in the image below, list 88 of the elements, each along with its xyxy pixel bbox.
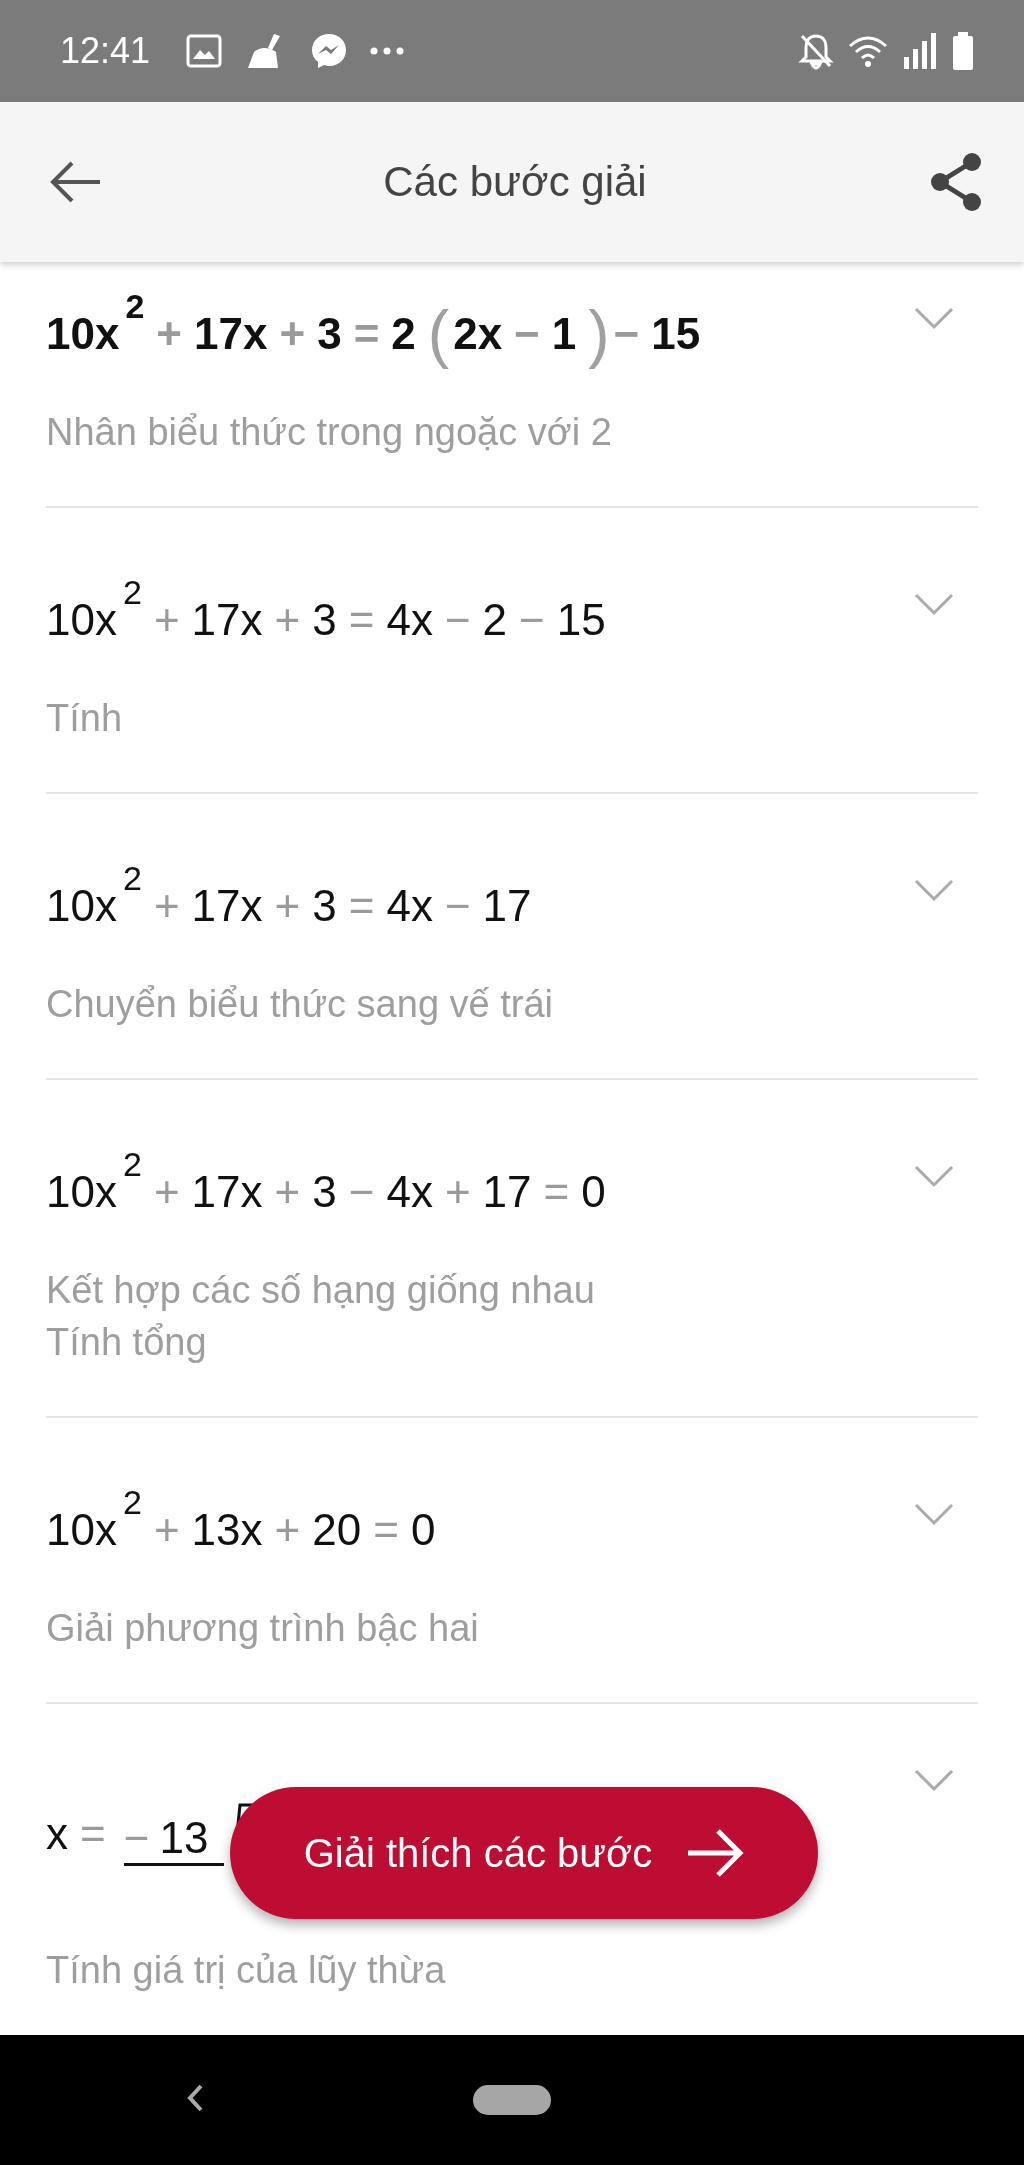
math-term: 2 xyxy=(482,595,508,645)
math-operator: + xyxy=(274,1167,301,1217)
muted-bell-icon xyxy=(798,32,834,70)
math-operator: + xyxy=(274,595,301,645)
math-term: 17x xyxy=(191,881,263,931)
math-term: 2 xyxy=(391,309,416,359)
math-term: 13x xyxy=(191,1505,263,1555)
math-term: 1 xyxy=(551,309,577,359)
math-operator: = xyxy=(353,309,380,359)
math-operator: − xyxy=(514,309,540,359)
math-operator: = xyxy=(80,1809,106,1859)
math-operator: − xyxy=(613,309,640,359)
step-description: Kết hợp các số hạng giống nhau Tính tổng xyxy=(46,1268,596,1365)
share-button[interactable] xyxy=(928,152,984,212)
clock-time: 12:41 xyxy=(60,30,151,72)
back-button[interactable] xyxy=(50,160,102,204)
explain-steps-button[interactable]: Giải thích các bước xyxy=(230,1787,818,1919)
math-operator: − xyxy=(348,1167,375,1217)
math-term: 3 xyxy=(312,595,337,645)
exponent: 2 xyxy=(125,286,145,326)
exponent: 2 xyxy=(122,572,142,612)
math-term: 17x xyxy=(191,1167,263,1217)
chevron-down-icon[interactable] xyxy=(914,1164,954,1188)
math-term: 17x xyxy=(191,595,263,645)
screen-title: Các bước giải xyxy=(382,158,648,206)
exponent: 2 xyxy=(122,858,142,898)
math-term: 15 xyxy=(556,595,606,645)
math-operator: + xyxy=(274,1505,301,1555)
math-operator: + xyxy=(153,595,180,645)
math-term: 10x xyxy=(46,1505,117,1555)
wifi-icon xyxy=(848,34,888,68)
math-operator: + xyxy=(444,1167,471,1217)
chevron-down-icon[interactable] xyxy=(914,306,954,330)
math-operator: = xyxy=(348,595,375,645)
math-term: 0 xyxy=(410,1505,436,1555)
math-term: 10x xyxy=(46,881,117,931)
math-operator: + xyxy=(279,309,306,359)
numerator: 13 xyxy=(159,1812,209,1863)
back-button[interactable] xyxy=(186,2083,204,2113)
math-operator: − xyxy=(519,595,545,645)
math-term: 10x xyxy=(46,595,117,645)
math-term: 3 xyxy=(317,309,342,359)
math-term: 17 xyxy=(482,1167,532,1217)
battery-icon xyxy=(952,32,974,70)
step-description: Tính xyxy=(46,696,124,741)
step-description: Giải phương trình bậc hai xyxy=(46,1606,480,1651)
math-term: 17 xyxy=(482,881,532,931)
math-term: 4x xyxy=(386,595,433,645)
chevron-down-icon[interactable] xyxy=(914,1768,954,1792)
more-icon xyxy=(370,47,405,55)
math-operator: + xyxy=(153,881,180,931)
math-term: 0 xyxy=(581,1167,606,1217)
math-operator: − xyxy=(444,595,471,645)
math-term: 17x xyxy=(194,309,268,359)
math-term: 10x xyxy=(46,1167,117,1217)
math-term: 3 xyxy=(312,1167,337,1217)
parenthesis: ( xyxy=(427,297,450,371)
math-operator: + xyxy=(274,881,301,931)
math-term: 20 xyxy=(312,1505,362,1555)
chevron-down-icon[interactable] xyxy=(914,878,954,902)
step-description: Nhân biểu thức trong ngoặc với 2 xyxy=(46,410,613,455)
math-operator: = xyxy=(373,1505,399,1555)
math-operator: + xyxy=(153,1505,180,1555)
messenger-icon xyxy=(310,32,349,70)
chevron-down-icon[interactable] xyxy=(914,592,954,616)
exponent: 2 xyxy=(122,1144,142,1184)
math-operator: + xyxy=(153,1167,180,1217)
math-term: 4x xyxy=(386,1167,433,1217)
math-term: 2x xyxy=(453,309,503,359)
math-term: x xyxy=(46,1809,68,1859)
math-operator: = xyxy=(543,1167,570,1217)
math-term: 10x xyxy=(46,309,120,359)
arrow-right-icon xyxy=(686,1828,745,1878)
math-operator: = xyxy=(348,881,375,931)
math-term: 15 xyxy=(651,309,701,359)
math-operator: − xyxy=(123,1812,150,1863)
step-description: Chuyển biểu thức sang vế trái xyxy=(46,982,555,1027)
signal-icon xyxy=(902,33,938,69)
math-term: 4x xyxy=(386,881,433,931)
exponent: 2 xyxy=(122,1482,142,1522)
home-button[interactable] xyxy=(473,2085,551,2115)
parenthesis: ) xyxy=(588,297,610,371)
math-operator: + xyxy=(156,309,183,359)
gallery-icon xyxy=(186,34,223,68)
step-description: Tính giá trị của lũy thừa xyxy=(46,1948,447,1993)
math-term: 3 xyxy=(312,881,337,931)
chevron-down-icon[interactable] xyxy=(914,1502,954,1526)
math-operator: − xyxy=(444,881,471,931)
